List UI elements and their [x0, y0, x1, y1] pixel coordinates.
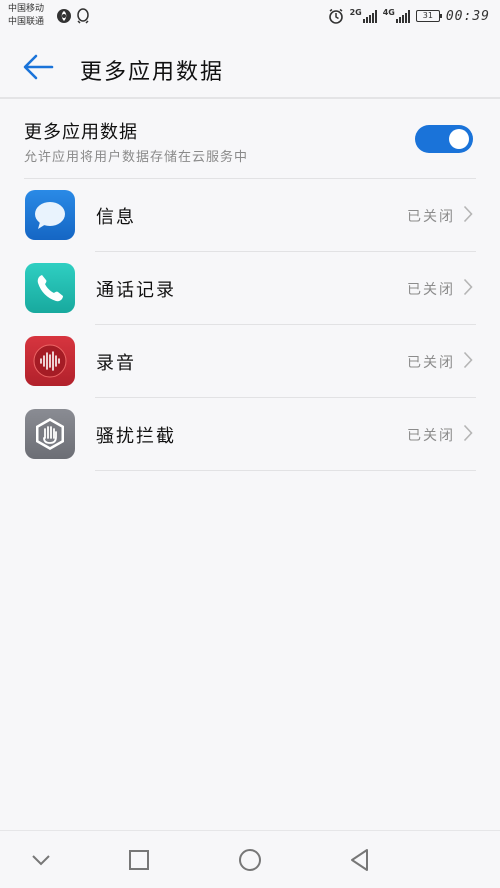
- network-type-2: 4G: [382, 8, 395, 17]
- signal-icon: [362, 9, 377, 23]
- notification-icons: [56, 8, 90, 24]
- carrier-info: 中国移动 中国联通: [8, 3, 44, 29]
- app-list: 信息 已关闭 通话记录 已关闭 录音 已关闭 骚扰拦截 已关闭: [0, 179, 500, 471]
- cloud-data-setting-row[interactable]: 更多应用数据 允许应用将用户数据存储在云服务中: [0, 108, 500, 178]
- app-bar: 更多应用数据: [0, 36, 500, 98]
- setting-description: 允许应用将用户数据存储在云服务中: [24, 150, 249, 165]
- battery-icon: 31: [415, 10, 442, 22]
- carrier-line-2: 中国联通: [8, 17, 45, 27]
- clock: 00:39: [445, 8, 490, 24]
- phone-icon: [25, 263, 75, 313]
- chevron-right-icon: [463, 424, 473, 442]
- chevron-right-icon: [463, 205, 473, 223]
- setting-title: 更多应用数据: [24, 122, 138, 143]
- alarm-icon: [328, 8, 343, 24]
- back-icon[interactable]: [347, 847, 373, 873]
- back-button[interactable]: [22, 53, 54, 81]
- app-status: 已关闭: [407, 209, 455, 225]
- app-label: 录音: [96, 353, 136, 374]
- list-item-call-log[interactable]: 通话记录 已关闭: [0, 252, 500, 325]
- recorder-icon: [25, 336, 75, 386]
- navigation-bar: [0, 830, 500, 888]
- status-right: 2G 4G 31 00:39: [328, 8, 490, 24]
- chevron-right-icon: [463, 278, 473, 296]
- app-label: 骚扰拦截: [96, 426, 176, 447]
- hotspot-icon: [57, 9, 71, 23]
- page-title: 更多应用数据: [80, 60, 225, 85]
- recents-icon[interactable]: [126, 847, 152, 873]
- header-divider: [0, 97, 500, 99]
- qq-icon: [77, 8, 89, 24]
- item-divider: [95, 470, 476, 471]
- app-status: 已关闭: [407, 428, 455, 444]
- list-item-recorder[interactable]: 录音 已关闭: [0, 325, 500, 398]
- status-bar: 中国移动 中国联通 2G 4G 31 00:39: [0, 0, 500, 36]
- battery-level: 31: [422, 11, 433, 20]
- collapse-icon[interactable]: [28, 847, 54, 873]
- carrier-line-1: 中国移动: [8, 4, 45, 14]
- signal-icon: [395, 9, 410, 23]
- network-type-1: 2G: [349, 8, 362, 17]
- app-label: 信息: [96, 207, 136, 228]
- harassment-block-icon: [25, 409, 75, 459]
- home-icon[interactable]: [237, 847, 263, 873]
- toggle-knob: [449, 129, 469, 149]
- list-item-harassment-block[interactable]: 骚扰拦截 已关闭: [0, 398, 500, 471]
- app-status: 已关闭: [407, 355, 455, 371]
- back-arrow-icon: [23, 54, 54, 80]
- cloud-data-toggle[interactable]: [415, 125, 473, 153]
- chevron-right-icon: [463, 351, 473, 369]
- app-label: 通话记录: [96, 280, 176, 301]
- app-status: 已关闭: [407, 282, 455, 298]
- list-item-messages[interactable]: 信息 已关闭: [0, 179, 500, 252]
- message-icon: [25, 190, 75, 240]
